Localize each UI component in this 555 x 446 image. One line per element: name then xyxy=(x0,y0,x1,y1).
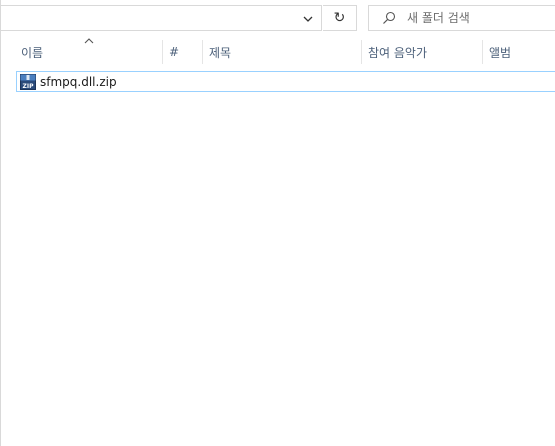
refresh-button[interactable]: ↻ xyxy=(323,5,357,31)
file-name: sfmpq.dll.zip xyxy=(40,74,117,89)
search-input[interactable] xyxy=(407,11,547,25)
sort-ascending-icon xyxy=(83,34,95,44)
zip-archive-icon: ZIP xyxy=(20,73,36,90)
file-list-item[interactable]: ZIP sfmpq.dll.zip xyxy=(16,71,555,92)
toolbar: ↻ xyxy=(0,0,555,38)
column-header-contributing-artists[interactable]: 참여 음악가 xyxy=(362,38,482,66)
refresh-icon: ↻ xyxy=(333,10,346,26)
column-header-label: 제목 xyxy=(209,45,232,60)
column-header-album[interactable]: 앨범 xyxy=(483,38,555,66)
column-header-label: 참여 음악가 xyxy=(368,45,428,60)
search-icon xyxy=(381,10,397,26)
address-history-dropdown[interactable] xyxy=(293,5,323,31)
chevron-down-icon xyxy=(303,11,313,25)
search-box[interactable] xyxy=(368,5,555,31)
file-explorer-window: ↻ 이름 # 제목 참여 음악가 앨범 xyxy=(0,0,555,446)
column-header-track-number[interactable]: # xyxy=(163,38,202,66)
column-header-label: 이름 xyxy=(21,45,44,60)
column-header-title[interactable]: 제목 xyxy=(203,38,361,66)
column-header-label: # xyxy=(169,45,180,59)
address-bar[interactable] xyxy=(0,5,322,31)
svg-text:ZIP: ZIP xyxy=(23,83,35,90)
column-header-label: 앨범 xyxy=(489,45,512,60)
